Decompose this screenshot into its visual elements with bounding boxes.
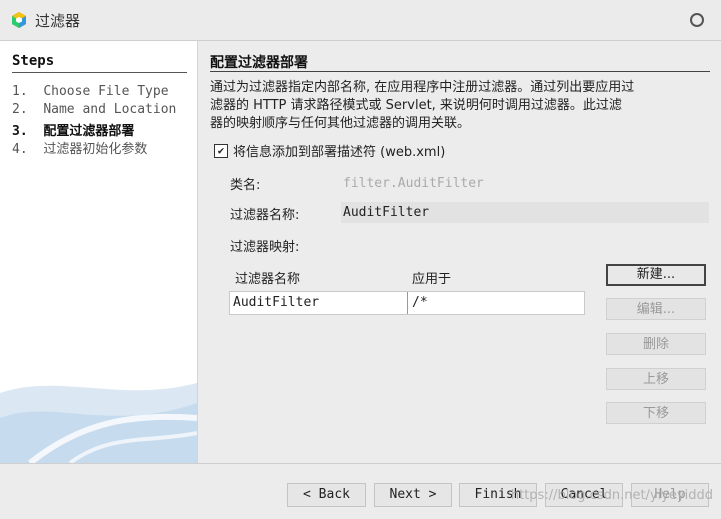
description-line: 器的映射顺序与任何其他过滤器的调用关联。: [210, 116, 471, 129]
step-number: 3.: [12, 124, 28, 139]
section-title: 配置过滤器部署: [210, 55, 308, 71]
netbeans-cube-icon: [12, 12, 26, 28]
column-header[interactable]: 过滤器名称: [235, 268, 300, 287]
section-divider: [210, 71, 710, 72]
steps-divider: [12, 72, 187, 73]
class-name-field: filter.AuditFilter: [343, 176, 484, 191]
step-item-active: 3. 配置过滤器部署: [12, 120, 134, 139]
next-button[interactable]: Next >: [374, 483, 452, 507]
deployment-descriptor-checkbox[interactable]: ✔: [214, 144, 228, 158]
description-line: 滤器的 HTTP 请求路径模式或 Servlet, 来说明何时调用过滤器。此过滤: [210, 98, 622, 113]
step-number: 2.: [12, 102, 28, 117]
filter-name-label: 过滤器名称:: [230, 208, 300, 223]
title-bar: 过滤器: [0, 0, 721, 41]
step-number: 1.: [12, 84, 28, 99]
table-cell: AuditFilter: [233, 295, 320, 310]
steps-panel: Steps 1. Choose File Type 2. Name and Lo…: [0, 41, 198, 463]
move-up-button[interactable]: 上移: [606, 368, 706, 390]
step-label: 配置过滤器部署: [43, 124, 135, 139]
move-down-button[interactable]: 下移: [606, 402, 706, 424]
table-cell: /*: [412, 295, 428, 310]
decorative-wave-graphic: [0, 383, 197, 463]
wizard-footer: < Back Next > Finish Cancel Help https:/…: [0, 463, 721, 519]
description: 通过为过滤器指定内部名称, 在应用程序中注册过滤器。通过列出要应用过 滤器的 H…: [210, 79, 710, 129]
new-button[interactable]: 新建...: [606, 264, 706, 286]
filter-mapping-table: 过滤器名称 应用于 AuditFilter /*: [229, 264, 585, 315]
window-title: 过滤器: [35, 12, 81, 30]
step-item: 4. 过滤器初始化参数: [12, 138, 147, 157]
back-button[interactable]: < Back: [287, 483, 366, 507]
step-item: 2. Name and Location: [12, 102, 176, 117]
class-name-label: 类名:: [230, 178, 261, 193]
circle-icon[interactable]: [690, 13, 704, 27]
edit-button[interactable]: 编辑...: [606, 298, 706, 320]
step-label: Choose File Type: [43, 84, 169, 99]
table-header: 过滤器名称 应用于: [229, 264, 585, 289]
column-header[interactable]: 应用于: [412, 268, 451, 287]
step-label: Name and Location: [43, 102, 177, 117]
table-row[interactable]: AuditFilter /*: [229, 291, 585, 315]
description-line: 通过为过滤器指定内部名称, 在应用程序中注册过滤器。通过列出要应用过: [210, 80, 635, 95]
delete-button[interactable]: 删除: [606, 333, 706, 355]
steps-title: Steps: [12, 53, 55, 69]
step-label: 过滤器初始化参数: [43, 142, 148, 157]
watermark: https://blog.csdn.net/yiyeyiddd: [510, 488, 713, 503]
checkbox-label: 将信息添加到部署描述符 (web.xml): [233, 145, 446, 160]
step-number: 4.: [12, 142, 28, 157]
step-item: 1. Choose File Type: [12, 84, 169, 99]
column-separator: [407, 292, 408, 314]
main-panel: 配置过滤器部署 通过为过滤器指定内部名称, 在应用程序中注册过滤器。通过列出要应…: [198, 41, 721, 463]
filter-mapping-label: 过滤器映射:: [230, 240, 300, 255]
filter-name-field[interactable]: AuditFilter: [341, 202, 709, 223]
